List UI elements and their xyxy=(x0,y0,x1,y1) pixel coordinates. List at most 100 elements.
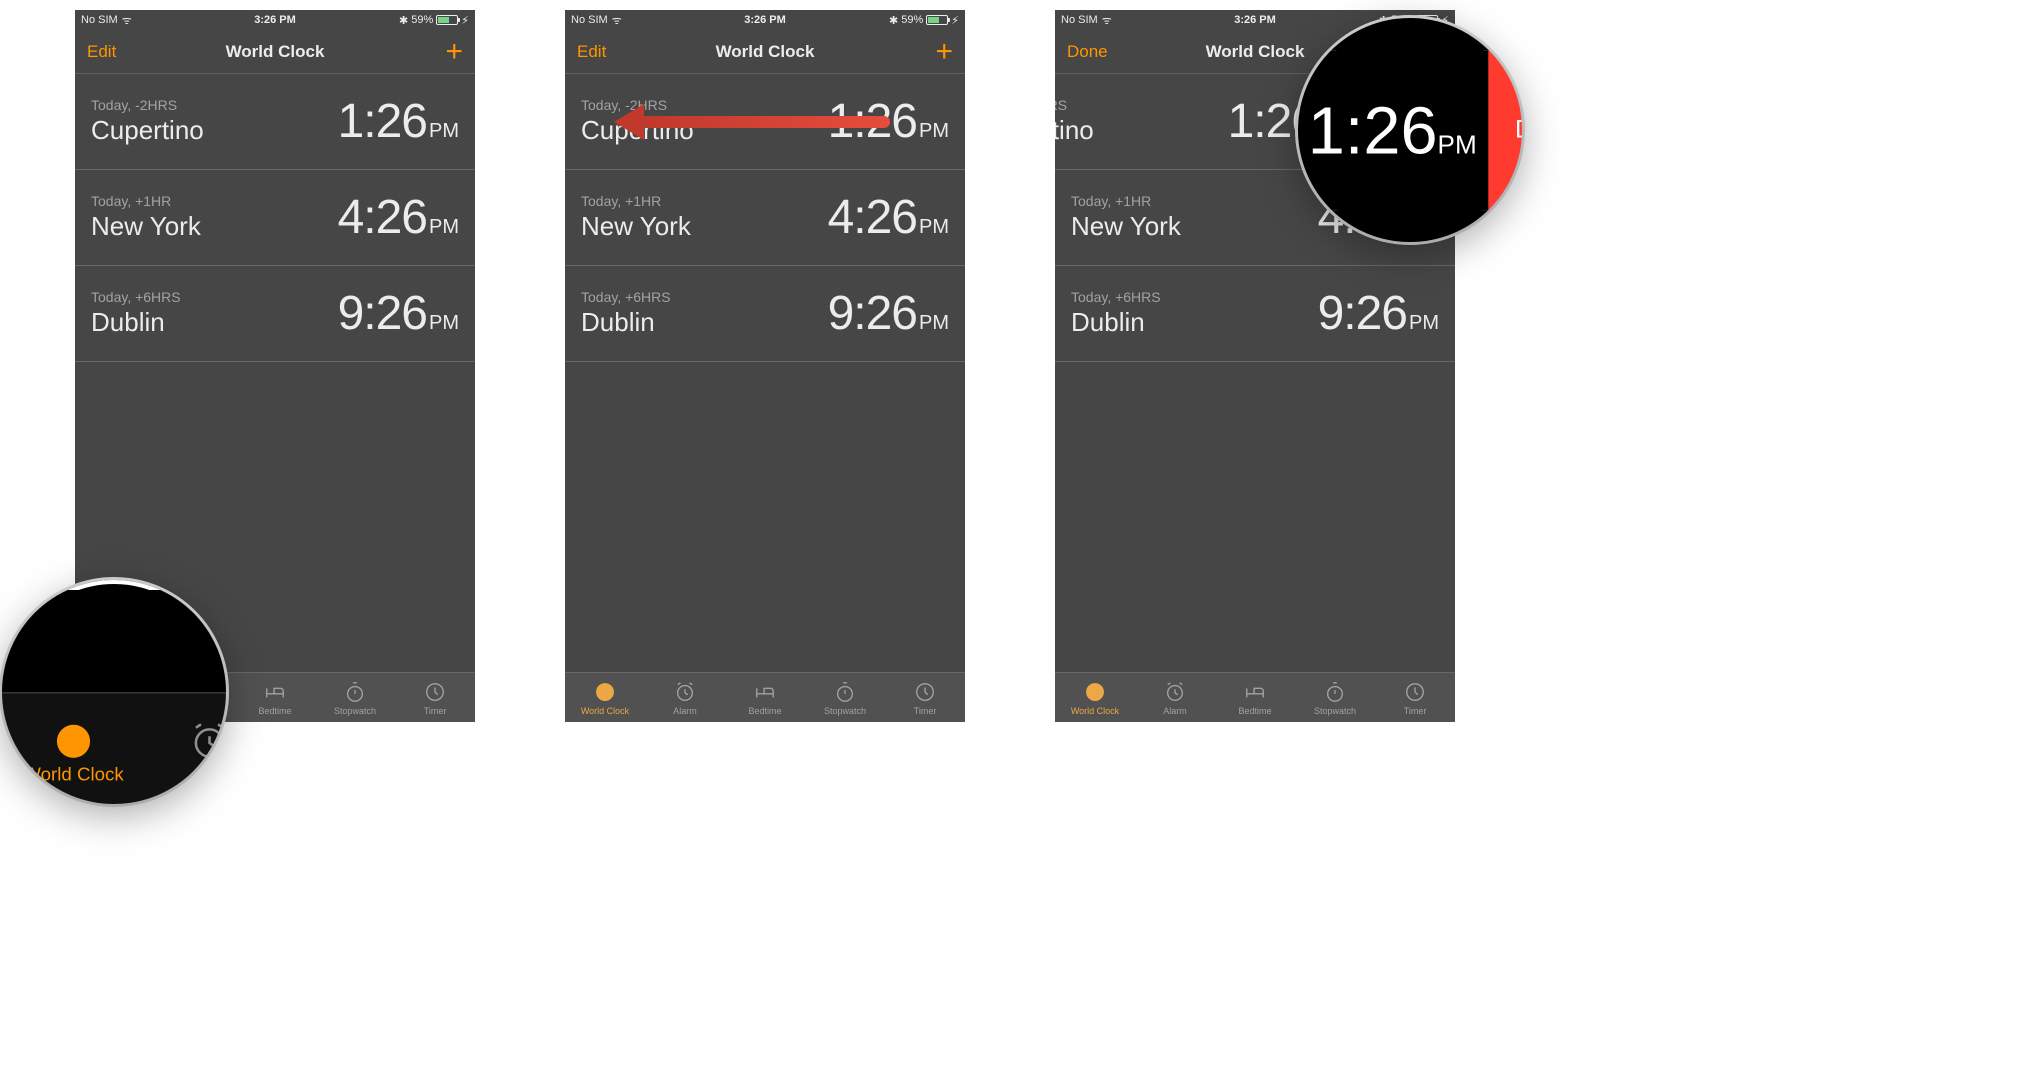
magnifier-world-clock-tab: World Clock Ala xyxy=(2,580,226,804)
clock-ampm: PM xyxy=(429,120,459,143)
time-offset: Today, -2HRS xyxy=(581,97,694,113)
time-offset: Today, -2HRS xyxy=(1055,97,1094,113)
status-time: 3:26 PM xyxy=(75,14,475,26)
time-offset: Today, +1HR xyxy=(91,193,201,209)
city-name: New York xyxy=(1071,211,1181,242)
edit-button[interactable]: Edit xyxy=(87,42,116,62)
timer-icon xyxy=(913,680,937,704)
clock-row[interactable]: Today, +6HRS Dublin 9:26 PM xyxy=(1055,266,1455,362)
tab-world-clock[interactable]: World Clock xyxy=(2,694,150,804)
tab-label: Stopwatch xyxy=(1314,706,1356,716)
stopwatch-icon xyxy=(1323,680,1347,704)
clock-ampm: PM xyxy=(429,216,459,239)
clock-row[interactable]: Today, +1HR New York 4:26 PM xyxy=(565,170,965,266)
tab-label: Timer xyxy=(1404,706,1427,716)
city-name: New York xyxy=(581,211,691,242)
clock-time: 1:26 xyxy=(1308,91,1438,169)
clock-time: 1:26 xyxy=(338,94,427,149)
clock-ampm: PM xyxy=(919,216,949,239)
empty-area xyxy=(1055,362,1455,672)
clock-time: 9:26 xyxy=(1318,286,1407,341)
tab-label: Stopwatch xyxy=(334,706,376,716)
edit-button[interactable]: Edit xyxy=(577,42,606,62)
tab-label: Bedtime xyxy=(258,706,291,716)
globe-icon xyxy=(1083,680,1107,704)
tab-label: Alarm xyxy=(673,706,697,716)
tab-alarm[interactable]: Alarm xyxy=(1135,673,1215,722)
clock-row[interactable]: Today, -2HRS Cupertino 1:26 PM xyxy=(75,74,475,170)
clock-ampm: PM xyxy=(1409,312,1439,335)
tab-label: Ala xyxy=(196,764,223,784)
status-bar: No SIM ᯤ 3:26 PM ✱ 59% ⚡︎ xyxy=(565,10,965,30)
globe-icon xyxy=(593,680,617,704)
tab-label: World Clock xyxy=(23,764,123,784)
tab-label: Bedtime xyxy=(748,706,781,716)
clock-row[interactable]: Today, +6HRS Dublin 9:26 PM xyxy=(565,266,965,362)
clock-row[interactable]: Today, +1HR New York 4:26 PM xyxy=(75,170,475,266)
time-offset: Today, +1HR xyxy=(1071,193,1181,209)
tab-timer[interactable]: Timer xyxy=(885,673,965,722)
tab-stopwatch[interactable]: Stopwatch xyxy=(805,673,885,722)
page-title: World Clock xyxy=(565,42,965,62)
city-name: New York xyxy=(91,211,201,242)
alarm-icon xyxy=(673,680,697,704)
page-title: World Clock xyxy=(75,42,475,62)
globe-icon xyxy=(53,720,94,761)
clock-time: 9:26 xyxy=(828,286,917,341)
done-button[interactable]: Done xyxy=(1067,42,1108,62)
tab-bar: World Clock Alarm Bedtime Stopwatch Time… xyxy=(565,672,965,722)
alarm-icon xyxy=(189,720,226,761)
nav-bar: Edit World Clock + xyxy=(75,30,475,74)
clock-ampm: PM xyxy=(1438,130,1477,160)
time-offset: Today, +6HRS xyxy=(581,289,671,305)
bed-icon xyxy=(263,680,287,704)
battery-icon xyxy=(436,15,458,25)
time-offset: Today, +6HRS xyxy=(91,289,181,305)
status-time: 3:26 PM xyxy=(565,14,965,26)
tab-alarm[interactable]: Alarm xyxy=(645,673,725,722)
empty-area xyxy=(565,362,965,672)
city-name: Cupertino xyxy=(1055,115,1094,146)
clock-list: Today, -2HRS Cupertino 1:26 PM Today, +1… xyxy=(565,74,965,362)
nav-bar: Edit World Clock + xyxy=(565,30,965,74)
tab-stopwatch[interactable]: Stopwatch xyxy=(315,673,395,722)
phone-screen-2: No SIM ᯤ 3:26 PM ✱ 59% ⚡︎ Edit World Clo… xyxy=(565,10,965,722)
tab-bedtime[interactable]: Bedtime xyxy=(235,673,315,722)
clock-ampm: PM xyxy=(919,312,949,335)
timer-icon xyxy=(423,680,447,704)
clock-ampm: PM xyxy=(919,120,949,143)
time-offset: Today, -2HRS xyxy=(91,97,204,113)
tab-timer[interactable]: Timer xyxy=(1375,673,1455,722)
city-name: Dublin xyxy=(1071,307,1161,338)
tab-alarm[interactable]: Ala xyxy=(150,694,226,804)
clock-ampm: PM xyxy=(429,312,459,335)
clock-time: 4:26 xyxy=(338,190,427,245)
battery-icon xyxy=(926,15,948,25)
clock-time: 9:26 xyxy=(338,286,427,341)
clock-time: 1:26 xyxy=(828,94,917,149)
tab-bedtime[interactable]: Bedtime xyxy=(1215,673,1295,722)
tab-label: Timer xyxy=(424,706,447,716)
tab-label: Alarm xyxy=(1163,706,1187,716)
time-offset: Today, +6HRS xyxy=(1071,289,1161,305)
delete-button[interactable]: Delete xyxy=(1488,51,1522,211)
tab-label: Stopwatch xyxy=(824,706,866,716)
tab-timer[interactable]: Timer xyxy=(395,673,475,722)
city-name: Cupertino xyxy=(91,115,204,146)
tab-stopwatch[interactable]: Stopwatch xyxy=(1295,673,1375,722)
tab-label: Timer xyxy=(914,706,937,716)
alarm-icon xyxy=(1163,680,1187,704)
clock-row[interactable]: Today, -2HRS Cupertino 1:26 PM xyxy=(565,74,965,170)
city-name: Cupertino xyxy=(581,115,694,146)
timer-icon xyxy=(1403,680,1427,704)
tab-bedtime[interactable]: Bedtime xyxy=(725,673,805,722)
tab-world-clock[interactable]: World Clock xyxy=(1055,673,1135,722)
tab-world-clock[interactable]: World Clock xyxy=(565,673,645,722)
time-offset: Today, +1HR xyxy=(581,193,691,209)
tab-label: World Clock xyxy=(1071,706,1119,716)
clock-row[interactable]: Today, +6HRS Dublin 9:26 PM xyxy=(75,266,475,362)
add-button[interactable]: + xyxy=(445,42,463,62)
magnifier-delete-button: ertino 1:26 PM Delete xyxy=(1298,18,1522,242)
city-name: Dublin xyxy=(581,307,671,338)
add-button[interactable]: + xyxy=(935,42,953,62)
